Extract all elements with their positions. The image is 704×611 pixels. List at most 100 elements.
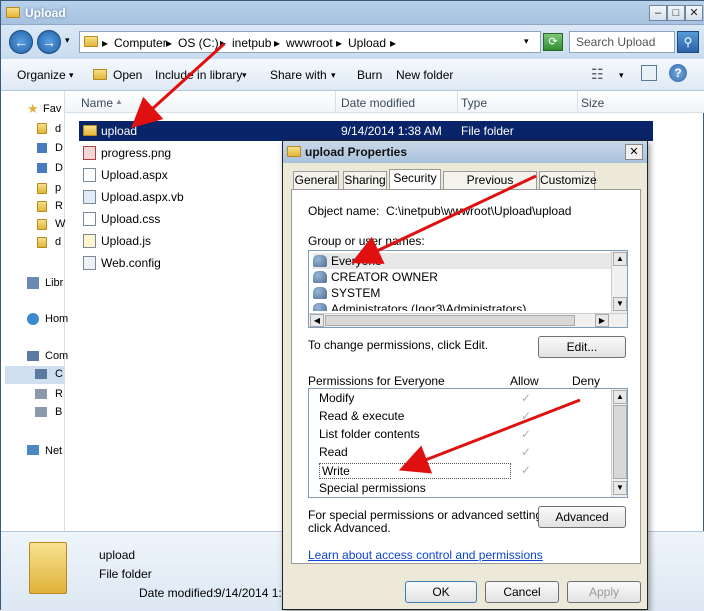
column-date-modified[interactable]: Date modified [341, 96, 415, 110]
user-everyone[interactable]: Everyone [313, 253, 615, 269]
nav-item[interactable]: d [55, 236, 61, 248]
favorites-star-icon: ★ [27, 101, 39, 116]
recent-pages-chevron-icon[interactable]: ▾ [65, 35, 70, 46]
tab-customize[interactable]: Customize [539, 171, 597, 189]
include-dropdown-icon[interactable]: ▾ [242, 70, 247, 81]
folder-icon [287, 146, 301, 157]
column-type[interactable]: Type [461, 96, 487, 110]
nav-item[interactable]: D [55, 162, 63, 174]
tab-general[interactable]: General [293, 171, 339, 189]
perm-special: Special permissions [319, 481, 426, 495]
nav-item[interactable]: p [55, 182, 61, 194]
column-name[interactable]: Name [81, 96, 113, 110]
tab-security[interactable]: Security [389, 169, 441, 190]
properties-dialog: upload Properties ✕ General Sharing Secu… [282, 140, 648, 610]
address-bar[interactable]: ▸ Computer ▸ OS (C:) ▸ inetpub ▸ wwwroot… [79, 31, 541, 53]
learn-more-link[interactable]: Learn about access control and permissio… [308, 548, 543, 562]
nav-item[interactable]: R [55, 200, 63, 212]
address-segment-wwwroot[interactable]: wwwroot [286, 36, 333, 50]
apply-button[interactable]: Apply [567, 581, 641, 603]
nav-item[interactable]: W [55, 218, 65, 230]
folder-icon [29, 542, 67, 594]
user-administrators[interactable]: Administrators (Igor3\Administrators) [313, 301, 613, 311]
scroll-up-icon[interactable]: ▲ [613, 390, 627, 404]
scroll-thumb[interactable] [325, 315, 575, 326]
minimize-button[interactable]: – [649, 5, 667, 21]
nav-drive-c[interactable]: C [55, 368, 63, 380]
cancel-button[interactable]: Cancel [485, 581, 559, 603]
permissions-list: Modify ✓ Read & execute ✓ List folder co… [308, 388, 628, 498]
refresh-icon[interactable]: ⟳ [543, 33, 563, 51]
file-name: Upload.aspx.vb [101, 190, 184, 204]
tab-previous-versions[interactable]: Previous Versions [443, 171, 537, 204]
open-button[interactable]: Open [113, 68, 142, 82]
scroll-right-icon[interactable]: ▶ [595, 314, 609, 327]
address-segment-computer[interactable]: Computer [114, 36, 167, 50]
nav-libraries[interactable]: Libr [45, 277, 63, 289]
user-name: Administrators (Igor3\Administrators) [331, 302, 527, 311]
nav-favorites[interactable]: Fav [43, 103, 61, 115]
nav-item[interactable]: D [55, 142, 63, 154]
scroll-up-icon[interactable]: ▲ [613, 252, 627, 266]
organize-menu[interactable]: Organize [17, 68, 66, 82]
share-dropdown-icon[interactable]: ▾ [331, 70, 336, 81]
group-user-list[interactable]: Everyone CREATOR OWNER SYSTEM Administra… [308, 250, 628, 328]
file-name: Web.config [101, 256, 161, 270]
address-segment-inetpub[interactable]: inetpub [232, 36, 271, 50]
nav-homegroup[interactable]: Hom [45, 313, 68, 325]
help-icon[interactable]: ? [669, 64, 687, 82]
allow-check-icon: ✓ [521, 463, 532, 477]
share-with-menu[interactable]: Share with [270, 68, 327, 82]
perm-read: Read [319, 445, 348, 459]
new-folder-button[interactable]: New folder [396, 68, 453, 82]
change-view-icon[interactable]: ☷ [591, 66, 604, 83]
sort-ascending-icon: ▲ [115, 97, 123, 106]
view-dropdown-icon[interactable]: ▾ [619, 70, 624, 81]
scroll-down-icon[interactable]: ▼ [613, 297, 627, 311]
object-name-label: Object name: [308, 204, 380, 218]
folder-icon [6, 7, 20, 18]
folder-icon [37, 201, 47, 212]
user-list-horizontal-scrollbar[interactable]: ◀ ▶ [309, 313, 627, 327]
maximize-button[interactable]: □ [667, 5, 685, 21]
search-icon[interactable]: ⚲ [677, 31, 699, 53]
close-button[interactable]: ✕ [685, 5, 703, 21]
nav-drive[interactable]: R [55, 388, 63, 400]
scroll-left-icon[interactable]: ◀ [310, 314, 324, 327]
dialog-close-button[interactable]: ✕ [625, 144, 643, 160]
nav-item[interactable]: d [55, 123, 61, 135]
forward-button[interactable]: → [37, 30, 61, 54]
address-segment-drive[interactable]: OS (C:) [178, 36, 219, 50]
advanced-button[interactable]: Advanced [538, 506, 626, 528]
vb-file-icon [83, 190, 96, 204]
address-separator: ▸ [336, 36, 343, 50]
back-button[interactable]: ← [9, 30, 33, 54]
nav-computer[interactable]: Com [45, 350, 68, 362]
address-dropdown-icon[interactable]: ▾ [524, 36, 529, 47]
organize-dropdown-icon[interactable]: ▾ [69, 70, 74, 81]
search-input[interactable]: Search Upload [569, 31, 675, 53]
config-file-icon [83, 256, 96, 270]
address-segment-upload[interactable]: Upload [348, 36, 386, 50]
column-size[interactable]: Size [581, 96, 604, 110]
change-permissions-text: To change permissions, click Edit. [308, 338, 489, 352]
security-tab-panel: Object name: C:\inetpub\wwwroot\Upload\u… [291, 189, 641, 564]
nav-drive[interactable]: B [55, 406, 62, 418]
include-in-library-menu[interactable]: Include in library [155, 68, 242, 82]
navigation-bar: ← → ▾ ▸ Computer ▸ OS (C:) ▸ inetpub ▸ w… [1, 25, 704, 59]
scroll-down-icon[interactable]: ▼ [613, 481, 627, 495]
user-list-vertical-scrollbar[interactable]: ▲ ▼ [611, 251, 627, 313]
perm-modify: Modify [319, 391, 355, 405]
nav-network[interactable]: Net [45, 445, 62, 457]
edit-button[interactable]: Edit... [538, 336, 626, 358]
scroll-thumb[interactable] [613, 405, 627, 479]
preview-pane-icon[interactable] [641, 65, 657, 81]
file-row-upload[interactable]: upload 9/14/2014 1:38 AM File folder [79, 121, 653, 141]
burn-button[interactable]: Burn [357, 68, 382, 82]
ok-button[interactable]: OK [405, 581, 477, 603]
address-separator: ▸ [274, 36, 281, 50]
permissions-scrollbar[interactable]: ▲ ▼ [611, 389, 627, 497]
dialog-title-bar: upload Properties ✕ [283, 141, 647, 163]
tab-sharing[interactable]: Sharing [343, 171, 387, 189]
folder-icon [37, 183, 47, 194]
